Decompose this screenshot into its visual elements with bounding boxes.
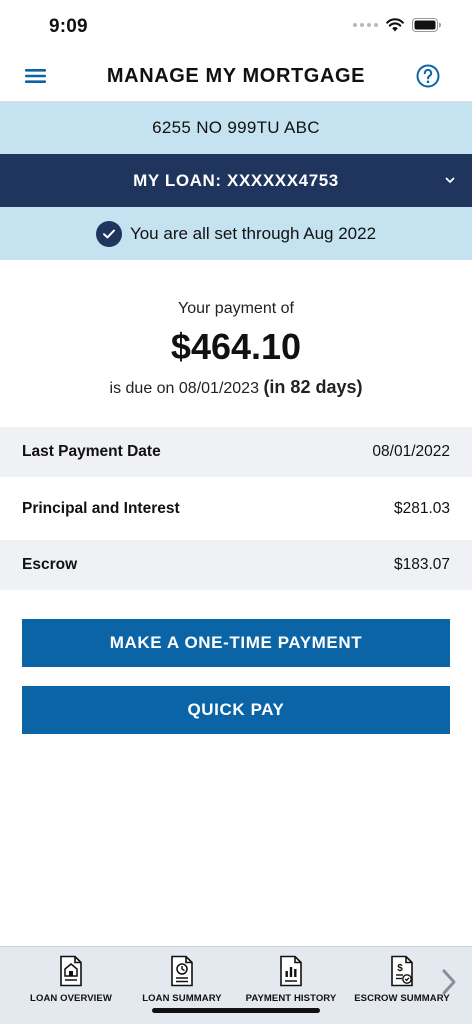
payment-due-days: (in 82 days)	[263, 377, 363, 397]
quick-pay-button[interactable]: QUICK PAY	[22, 686, 450, 734]
one-time-payment-button[interactable]: MAKE A ONE-TIME PAYMENT	[22, 619, 450, 667]
house-document-icon	[60, 955, 82, 987]
payment-intro: Your payment of	[178, 300, 294, 317]
payment-amount: $464.10	[170, 326, 302, 367]
property-address: 6255 NO 999TU ABC	[152, 118, 320, 137]
detail-row-escrow: Escrow $183.07	[0, 540, 472, 590]
nav-label: LOAN OVERVIEW	[30, 993, 112, 1004]
wifi-icon	[386, 18, 404, 32]
loan-selector[interactable]: MY LOAN: XXXXXX4753	[0, 154, 472, 207]
check-circle-icon	[95, 220, 122, 247]
detail-row-last-payment-date: Last Payment Date 08/01/2022	[0, 427, 472, 477]
hamburger-menu-icon[interactable]	[24, 66, 48, 86]
chevron-right-icon[interactable]	[440, 967, 458, 997]
detail-label: Last Payment Date	[22, 443, 161, 460]
page-title: MANAGE MY MORTGAGE	[106, 65, 366, 87]
status-icons	[353, 18, 442, 32]
detail-label: Escrow	[22, 556, 78, 573]
status-time: 9:09	[49, 16, 88, 37]
nav-item-loan-summary[interactable]: LOAN SUMMARY	[127, 955, 237, 1013]
status-bar: 9:09	[0, 0, 472, 52]
chevron-down-icon	[445, 177, 455, 183]
battery-icon	[412, 18, 441, 32]
nav-label: LOAN SUMMARY	[142, 993, 222, 1004]
nav-item-loan-overview[interactable]: LOAN OVERVIEW	[16, 955, 126, 1013]
svg-text:$: $	[397, 963, 403, 974]
detail-value: 08/01/2022	[372, 443, 450, 460]
clock-document-icon	[171, 955, 193, 987]
detail-label: Principal and Interest	[22, 500, 180, 517]
payment-due-date: is due on 08/01/2023	[109, 380, 259, 397]
payment-summary: Your payment of $464.10 is due on 08/01/…	[0, 260, 472, 427]
chart-document-icon	[280, 955, 302, 987]
nav-label: ESCROW SUMMARY	[354, 993, 450, 1004]
detail-value: $183.07	[393, 556, 450, 573]
home-indicator	[152, 1008, 320, 1013]
loan-label: MY LOAN: XXXXXX4753	[133, 170, 339, 190]
detail-value: $281.03	[393, 500, 450, 517]
status-message: You are all set through Aug 2022	[129, 223, 377, 243]
payment-due: is due on 08/01/2023 (in 82 days)	[0, 377, 472, 398]
property-address-bar: 6255 NO 999TU ABC	[0, 102, 472, 154]
status-banner: You are all set through Aug 2022	[0, 207, 472, 260]
detail-row-principal-interest: Principal and Interest $281.03	[0, 484, 472, 534]
app-header: MANAGE MY MORTGAGE	[0, 52, 472, 102]
nav-item-payment-history[interactable]: PAYMENT HISTORY	[236, 955, 346, 1013]
help-icon[interactable]	[416, 64, 440, 88]
signal-icon	[353, 23, 378, 27]
dollar-document-icon: $	[391, 955, 413, 987]
nav-label: PAYMENT HISTORY	[245, 993, 337, 1004]
